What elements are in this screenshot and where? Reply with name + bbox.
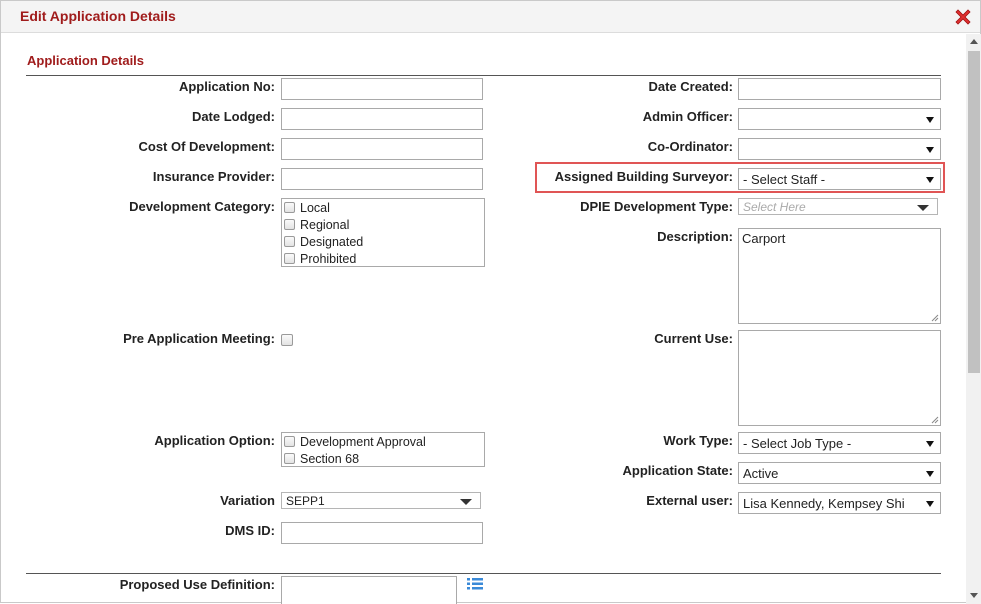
proposed-use-definition-label: Proposed Use Definition: (119, 577, 275, 592)
dpie-development-type-label: DPIE Development Type: (580, 199, 733, 214)
chevron-down-icon (926, 117, 934, 123)
admin-officer-select[interactable] (738, 108, 941, 130)
assigned-building-surveyor-label: Assigned Building Surveyor: (554, 169, 733, 184)
dpie-placeholder: Select Here (743, 200, 806, 214)
current-use-textarea[interactable] (738, 330, 941, 426)
section-divider-2 (26, 573, 941, 574)
category-option-designated[interactable]: Designated (282, 233, 484, 250)
scroll-up-icon[interactable] (970, 39, 978, 44)
dms-id-input[interactable] (281, 522, 483, 544)
insurance-provider-label: Insurance Provider: (152, 169, 275, 184)
external-user-label: External user: (646, 493, 733, 508)
variation-value: SEPP1 (286, 494, 325, 508)
option-development-approval[interactable]: Development Approval (282, 433, 484, 450)
category-option-local[interactable]: Local (282, 199, 484, 216)
application-no-input[interactable] (281, 78, 483, 100)
insurance-provider-input[interactable] (281, 168, 483, 190)
vertical-scrollbar[interactable] (966, 34, 981, 604)
scrollbar-thumb[interactable] (968, 51, 980, 373)
assigned-building-surveyor-value: - Select Staff - (743, 172, 826, 187)
admin-officer-label: Admin Officer: (642, 109, 733, 124)
co-ordinator-select[interactable] (738, 138, 941, 160)
external-user-select[interactable]: Lisa Kennedy, Kempsey Shi (738, 492, 941, 514)
work-type-value: - Select Job Type - (743, 436, 852, 451)
co-ordinator-label: Co-Ordinator: (647, 139, 733, 154)
dpie-development-type-select[interactable]: Select Here (738, 198, 938, 215)
category-option-regional[interactable]: Regional (282, 216, 484, 233)
pre-application-meeting-checkbox[interactable] (281, 334, 293, 346)
option-label: Regional (300, 217, 350, 232)
work-type-label: Work Type: (663, 433, 733, 448)
option-section-68[interactable]: Section 68 (282, 450, 484, 467)
application-option-label: Application Option: (154, 433, 275, 448)
application-option-list: Development Approval Section 68 (281, 432, 485, 467)
checkbox[interactable] (284, 219, 295, 230)
variation-label: Variation (220, 493, 275, 508)
chevron-down-icon (926, 441, 934, 447)
edit-application-dialog: Edit Application Details Application Det… (0, 0, 981, 604)
checkbox[interactable] (284, 253, 295, 264)
chevron-down-icon (926, 501, 934, 507)
assigned-building-surveyor-select[interactable]: - Select Staff - (738, 168, 941, 190)
checkbox[interactable] (284, 236, 295, 247)
list-icon[interactable] (467, 577, 483, 591)
description-label: Description: (657, 229, 733, 244)
application-state-label: Application State: (622, 463, 733, 478)
close-x-icon[interactable] (953, 7, 973, 27)
application-state-select[interactable]: Active (738, 462, 941, 484)
description-value: Carport (742, 231, 786, 246)
chevron-down-icon (926, 177, 934, 183)
section-title: Application Details (27, 53, 145, 68)
category-option-prohibited[interactable]: Prohibited (282, 250, 484, 267)
external-user-value: Lisa Kennedy, Kempsey Shi (743, 496, 905, 511)
application-state-value: Active (743, 466, 779, 481)
scroll-down-icon[interactable] (970, 593, 978, 598)
option-label: Designated (300, 234, 364, 249)
resize-grip-icon[interactable] (931, 416, 939, 424)
option-label: Local (300, 200, 330, 215)
date-created-input[interactable] (738, 78, 941, 100)
development-category-list: Local Regional Designated Prohibited (281, 198, 485, 267)
pre-application-meeting-label: Pre Application Meeting: (123, 331, 275, 346)
dialog-titlebar: Edit Application Details (1, 1, 980, 33)
option-label: Section 68 (300, 451, 360, 466)
date-lodged-input[interactable] (281, 108, 483, 130)
chevron-down-icon (917, 205, 929, 211)
variation-select[interactable]: SEPP1 (281, 492, 481, 509)
checkbox[interactable] (284, 453, 295, 464)
development-category-label: Development Category: (129, 199, 275, 214)
chevron-down-icon (926, 147, 934, 153)
date-lodged-label: Date Lodged: (191, 109, 275, 124)
checkbox[interactable] (284, 436, 295, 447)
checkbox[interactable] (284, 202, 295, 213)
cost-of-development-input[interactable] (281, 138, 483, 160)
description-textarea[interactable]: Carport (738, 228, 941, 324)
current-use-label: Current Use: (654, 331, 733, 346)
chevron-down-icon (926, 471, 934, 477)
section-divider (26, 75, 941, 76)
cost-of-development-label: Cost Of Development: (138, 139, 275, 154)
dms-id-label: DMS ID: (225, 523, 275, 538)
proposed-use-definition-input[interactable] (281, 576, 457, 604)
date-created-label: Date Created: (648, 79, 733, 94)
resize-grip-icon[interactable] (931, 314, 939, 322)
option-label: Development Approval (300, 434, 426, 449)
dialog-title: Edit Application Details (20, 8, 176, 24)
chevron-down-icon (460, 499, 472, 505)
work-type-select[interactable]: - Select Job Type - (738, 432, 941, 454)
dialog-content: Application Details Application No: Date… (1, 34, 967, 604)
application-no-label: Application No: (178, 79, 275, 94)
option-label: Prohibited (300, 251, 357, 266)
